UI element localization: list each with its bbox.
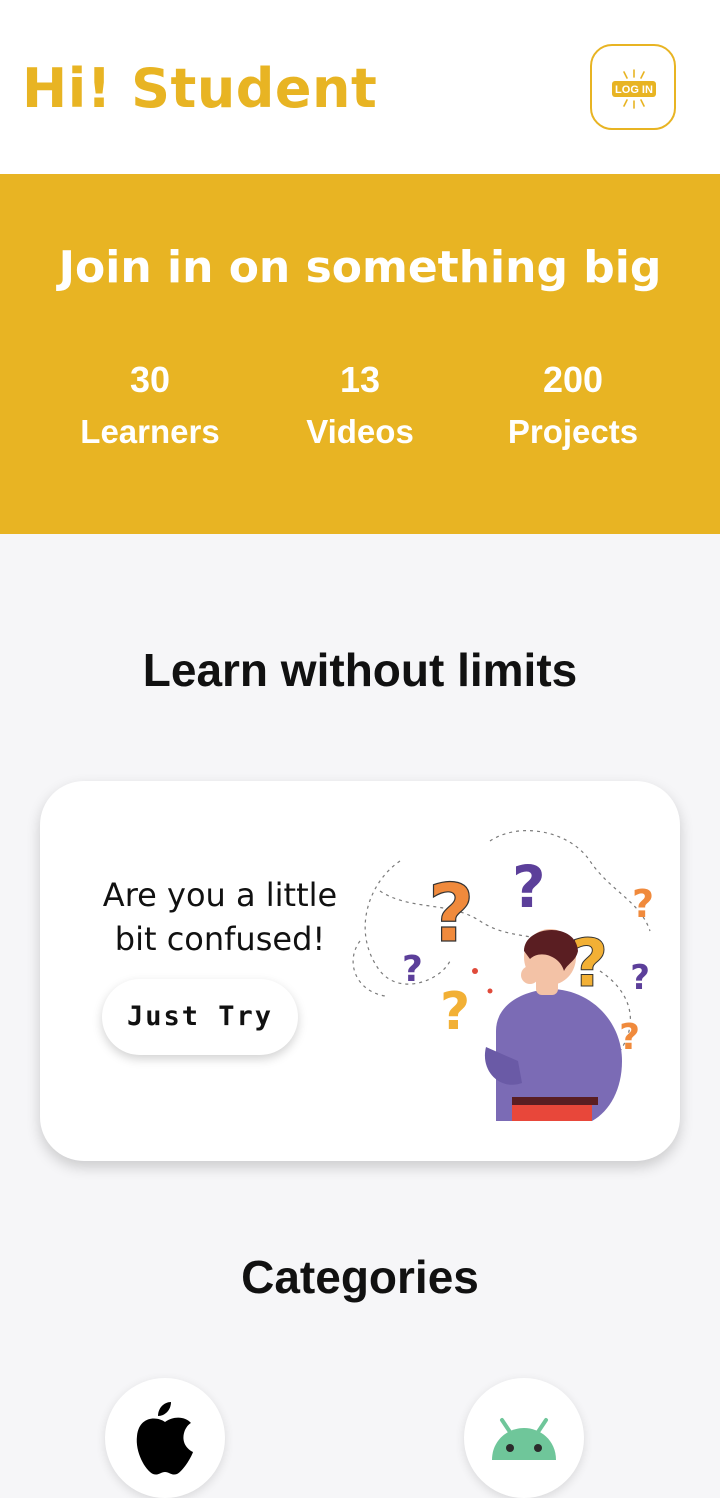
app-title: Hi! Student (22, 57, 378, 120)
just-try-button[interactable]: Just Try (102, 979, 298, 1055)
stat-value: 13 (339, 359, 381, 400)
stat-projects: 200 Projects (463, 358, 683, 454)
stat-value: 30 (129, 359, 171, 400)
login-button[interactable]: LOG IN (590, 44, 676, 130)
svg-text:?: ? (632, 882, 654, 926)
svg-text:?: ? (428, 867, 474, 960)
learn-section-title: Learn without limits (142, 644, 578, 696)
category-apple[interactable] (105, 1378, 225, 1498)
stat-label: Videos (306, 413, 414, 450)
confused-card: Are you a little bit confused! Just Try … (40, 781, 680, 1161)
stat-learners: 30 Learners (40, 358, 260, 454)
stat-videos: 13 Videos (250, 358, 470, 454)
stat-label: Learners (80, 413, 220, 450)
card-text: Are you a little bit confused! (60, 873, 380, 961)
login-icon: LOG IN (612, 69, 656, 109)
categories-title: Categories (241, 1251, 479, 1303)
svg-text:?: ? (570, 925, 608, 1002)
app-header: Hi! Student LOG IN (0, 0, 720, 174)
apple-icon (136, 1402, 193, 1475)
android-icon (492, 1418, 556, 1460)
login-label: LOG IN (615, 84, 653, 96)
stats-banner: Join in on something big 30 Learners 13 … (0, 174, 720, 534)
confused-person-illustration: ? ? ? ? ? ? ? ? (352, 830, 654, 1121)
svg-text:?: ? (440, 982, 470, 1042)
category-android[interactable] (464, 1378, 584, 1498)
svg-text:?: ? (630, 958, 650, 998)
svg-text:?: ? (619, 1017, 640, 1058)
svg-text:?: ? (402, 949, 423, 990)
card-text-line1: Are you a little (102, 876, 338, 914)
stat-value: 200 (542, 359, 604, 400)
banner-title: Join in on something big (58, 242, 662, 293)
card-text-line2: bit confused! (114, 920, 326, 958)
stat-label: Projects (507, 413, 639, 450)
svg-text:?: ? (512, 853, 546, 921)
